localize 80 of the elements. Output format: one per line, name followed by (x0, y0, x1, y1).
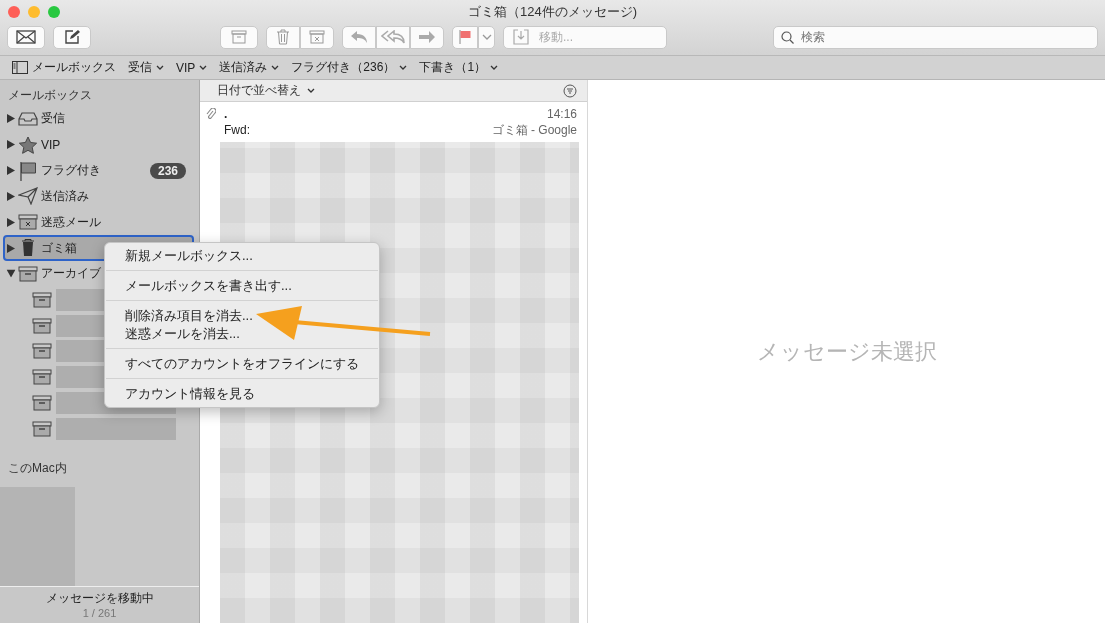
move-icon (513, 29, 529, 45)
favorite-menu-button[interactable]: 下書き（1） (419, 59, 499, 76)
favorite-menu-button[interactable]: VIP (176, 60, 208, 75)
search-field[interactable]: 検索 (773, 25, 1098, 49)
archive-box-icon (18, 266, 38, 282)
mailbox-item[interactable]: フラグ付き 236 (3, 157, 194, 184)
reply-all-button[interactable] (376, 25, 410, 49)
reply-all-icon (381, 30, 405, 44)
menu-item[interactable]: 迷惑メールを消去... (125, 325, 240, 343)
menu-item[interactable]: 削除済み項目を消去... (125, 307, 253, 325)
reply-icon (350, 30, 368, 44)
caret-icon (307, 88, 315, 93)
reply-button[interactable] (342, 25, 376, 49)
junk-icon (309, 30, 325, 44)
flag-button[interactable] (452, 25, 478, 49)
window-title: ゴミ箱（124件のメッセージ) (468, 3, 637, 21)
junk-button[interactable] (300, 25, 334, 49)
caret-icon (156, 65, 164, 70)
trash-button[interactable] (266, 25, 300, 49)
mailboxes-button[interactable]: メールボックス (12, 59, 116, 76)
compose-icon (64, 29, 80, 45)
mailbox-item[interactable]: 迷惑メール (3, 209, 194, 236)
filter-icon[interactable] (563, 83, 577, 98)
empty-message-text: メッセージ未選択 (756, 337, 937, 366)
zoom-button[interactable] (48, 6, 60, 18)
junk-box-icon (18, 214, 38, 231)
disclosure-triangle-icon[interactable] (7, 217, 15, 227)
get-mail-button[interactable] (7, 25, 45, 49)
sidebar-icon (12, 61, 28, 74)
mailbox-text: ゴミ箱 - Google (491, 122, 577, 138)
disclosure-triangle-icon[interactable] (7, 114, 15, 124)
disclosure-triangle-icon[interactable] (7, 166, 15, 176)
archive-box-icon (32, 395, 52, 412)
forward-button[interactable] (410, 25, 444, 49)
archive-button[interactable] (220, 25, 258, 49)
caret-icon (271, 65, 280, 70)
caret-icon (481, 34, 492, 40)
archive-box-icon (32, 343, 52, 360)
flag-icon (18, 160, 38, 181)
status-text: メッセージを移動中 (45, 590, 154, 608)
paper-plane-icon (18, 187, 38, 206)
time-text: 14:16 (546, 106, 577, 122)
mailbox-item[interactable]: VIP (3, 131, 194, 158)
flag-menu-button[interactable] (478, 25, 495, 49)
caret-icon (199, 65, 208, 70)
inbox-tray-icon (18, 110, 38, 127)
sort-button[interactable]: 日付で並べ替え (217, 82, 315, 99)
favorite-menu-button[interactable]: フラグ付き（236） (291, 59, 408, 76)
section-header: メールボックス (7, 87, 93, 104)
menu-item[interactable]: すべてのアカウントをオフラインにする (125, 355, 359, 373)
caret-icon (399, 65, 408, 70)
envelope-icon (16, 30, 36, 44)
menu-item[interactable]: メールボックスを書き出す... (125, 277, 292, 295)
close-button[interactable] (8, 6, 20, 18)
archive-box-icon (32, 420, 52, 437)
forward-arrow-icon (418, 30, 436, 44)
disclosure-triangle-icon[interactable] (7, 243, 15, 253)
archive-box-icon (32, 369, 52, 386)
progress-count: 1 / 261 (82, 607, 117, 620)
mailbox-item[interactable]: 送信済み (3, 183, 194, 210)
compose-button[interactable] (53, 25, 91, 49)
menu-item[interactable]: アカウント情報を見る (125, 385, 255, 403)
disclosure-triangle-icon[interactable] (6, 270, 16, 278)
disclosure-triangle-icon[interactable] (7, 191, 15, 201)
flag-icon (459, 30, 471, 44)
favorite-menu-button[interactable]: 受信 (128, 59, 164, 76)
favorite-menu-button[interactable]: 送信済み (219, 59, 280, 76)
star-icon (18, 135, 38, 154)
count-badge: 236 (149, 162, 186, 179)
archive-icon (231, 30, 247, 44)
mailbox-item[interactable]: 受信 (3, 106, 194, 132)
disclosure-triangle-icon[interactable] (7, 140, 15, 150)
message-row[interactable]: . 14:16 Fwd: ゴミ箱 - Google (200, 102, 587, 142)
archive-box-icon (32, 317, 52, 334)
archive-box-icon (32, 291, 52, 308)
trash-icon (276, 29, 290, 45)
sender-text: . (224, 106, 228, 122)
caret-icon (490, 65, 499, 70)
subject-text: Fwd: (224, 122, 250, 138)
section-header: このMac内 (7, 459, 68, 477)
